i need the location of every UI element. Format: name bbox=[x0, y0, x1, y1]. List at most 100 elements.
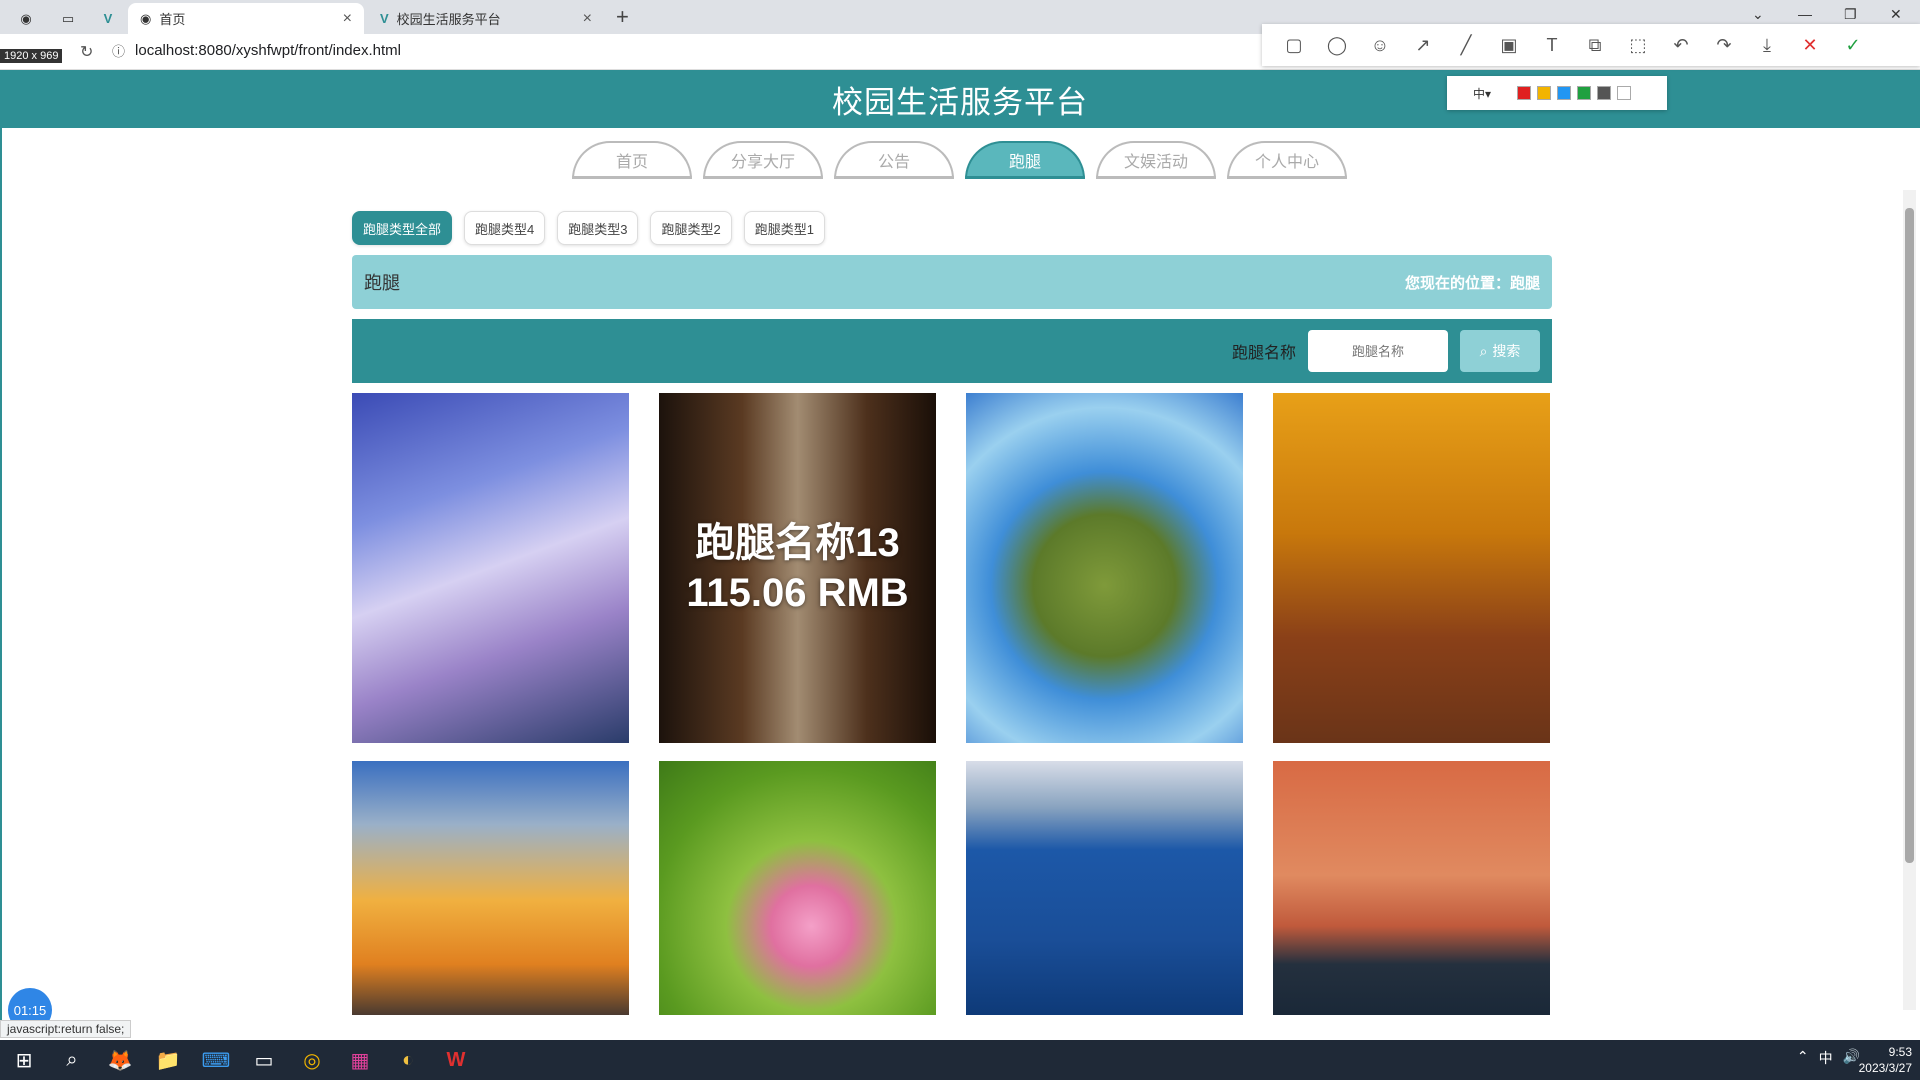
clock-date: 2023/3/27 bbox=[1858, 1061, 1912, 1075]
terminal-icon[interactable]: ▭ bbox=[240, 1048, 288, 1073]
vue-icon: V bbox=[103, 11, 113, 26]
pinned-tab[interactable]: ◉ bbox=[6, 3, 46, 34]
wps-icon[interactable]: W bbox=[432, 1049, 480, 1072]
minimize-button[interactable]: — bbox=[1798, 6, 1812, 22]
volume-icon[interactable]: 🔊 bbox=[1843, 1048, 1860, 1068]
text-tool-icon[interactable]: T bbox=[1540, 35, 1564, 56]
intellij-icon[interactable]: ▦ bbox=[336, 1048, 384, 1073]
url-text: localhost:8080/xyshfwpt/front/index.html bbox=[135, 42, 401, 59]
tab-home[interactable]: ◉ 首页 × bbox=[128, 3, 364, 34]
color-swatch-red[interactable] bbox=[1517, 86, 1532, 100]
start-icon[interactable]: ⊞ bbox=[0, 1048, 48, 1073]
close-icon[interactable]: × bbox=[583, 10, 592, 28]
ellipse-tool-icon[interactable]: ◯ bbox=[1325, 35, 1349, 56]
blank-page-icon: ▭ bbox=[61, 10, 75, 26]
search-bar: 跑腿名称 ⌕ 搜索 bbox=[352, 319, 1552, 383]
maximize-button[interactable]: ❐ bbox=[1844, 6, 1857, 23]
tab-search-icon[interactable]: ⌄ bbox=[1752, 6, 1764, 23]
color-swatch-gray[interactable] bbox=[1597, 86, 1612, 100]
pin-tool-icon[interactable]: ⧉ bbox=[1583, 35, 1607, 56]
close-icon[interactable]: × bbox=[343, 10, 352, 28]
page-scrollbar[interactable] bbox=[1903, 190, 1916, 1010]
pen-tool-icon[interactable]: ╱ bbox=[1454, 35, 1478, 56]
nav-share-hall[interactable]: 分享大厅 bbox=[703, 141, 823, 179]
search-icon[interactable]: ⌕ bbox=[48, 1049, 96, 1072]
card-hover-overlay: 跑腿名称13 115.06 RMB bbox=[659, 393, 936, 743]
tray-expand-icon[interactable]: ⌃ bbox=[1797, 1048, 1809, 1068]
size-select[interactable]: 中▾ bbox=[1473, 85, 1491, 102]
url-field[interactable]: ⓘ localhost:8080/xyshfwpt/front/index.ht… bbox=[112, 41, 401, 60]
reload-button[interactable]: ↻ bbox=[80, 42, 93, 62]
file-explorer-icon[interactable]: 📁 bbox=[144, 1048, 192, 1073]
search-label: 跑腿名称 bbox=[1231, 345, 1296, 362]
window-close-button[interactable]: ✕ bbox=[1890, 6, 1902, 23]
vscode-icon[interactable]: ⌨ bbox=[192, 1048, 240, 1073]
breadcrumb: 跑腿 您现在的位置：跑腿 bbox=[352, 255, 1552, 309]
search-icon: ⌕ bbox=[1479, 342, 1488, 359]
arrow-tool-icon[interactable]: ↗ bbox=[1411, 35, 1435, 56]
ocr-tool-icon[interactable]: ⬚ bbox=[1626, 35, 1650, 56]
input-method-icon[interactable]: 中 bbox=[1819, 1048, 1833, 1068]
page-title: 跑腿 bbox=[364, 273, 400, 293]
confirm-icon[interactable]: ✓ bbox=[1841, 35, 1865, 56]
search-input[interactable] bbox=[1308, 330, 1448, 372]
share-icon[interactable]: ↷ bbox=[1712, 35, 1736, 56]
download-icon[interactable]: ⤓ bbox=[1755, 35, 1779, 56]
pinned-tab[interactable]: ▭ bbox=[48, 3, 88, 34]
emoji-tool-icon[interactable]: ☺ bbox=[1368, 35, 1392, 56]
nav-activities[interactable]: 文娱活动 bbox=[1096, 141, 1216, 179]
errand-card[interactable] bbox=[966, 761, 1243, 1015]
globe-icon: ◉ bbox=[20, 10, 32, 26]
mosaic-tool-icon[interactable]: ▣ bbox=[1497, 35, 1521, 56]
errand-card[interactable] bbox=[1273, 761, 1550, 1015]
site-title: 校园生活服务平台 bbox=[832, 84, 1088, 120]
cancel-icon[interactable]: ✕ bbox=[1798, 35, 1822, 56]
category-all[interactable]: 跑腿类型全部 bbox=[352, 211, 453, 245]
errand-card[interactable] bbox=[352, 393, 629, 743]
chrome-icon[interactable]: ◎ bbox=[288, 1048, 336, 1073]
taskbar: ⊞ ⌕ 🦊 📁 ⌨ ▭ ◎ ▦ ◐ W ⌃ 中 🔊 9:53 2023/3/27 bbox=[0, 1040, 1920, 1080]
globe-icon: ◉ bbox=[140, 10, 152, 26]
new-tab-button[interactable]: + bbox=[616, 4, 629, 30]
current-location: 您现在的位置：跑腿 bbox=[1404, 274, 1540, 292]
undo-icon[interactable]: ↶ bbox=[1669, 35, 1693, 56]
dimensions-badge: 1920 x 969 bbox=[0, 49, 63, 63]
tab-platform[interactable]: V 校园生活服务平台 × bbox=[368, 3, 604, 34]
system-tray: ⌃ 中 🔊 bbox=[1797, 1048, 1860, 1068]
category-type3[interactable]: 跑腿类型3 bbox=[557, 211, 639, 245]
firefox-icon[interactable]: 🦊 bbox=[96, 1048, 144, 1073]
errand-card[interactable] bbox=[966, 393, 1243, 743]
nav-home[interactable]: 首页 bbox=[572, 141, 692, 179]
color-swatch-green[interactable] bbox=[1577, 86, 1592, 100]
nav-profile[interactable]: 个人中心 bbox=[1227, 141, 1347, 179]
color-swatch-yellow[interactable] bbox=[1537, 86, 1552, 100]
category-filter: 跑腿类型全部 跑腿类型4 跑腿类型3 跑腿类型2 跑腿类型1 bbox=[352, 211, 825, 245]
snip-toolbar: ▢ ◯ ☺ ↗ ╱ ▣ T ⧉ ⬚ ↶ ↷ ⤓ ✕ ✓ bbox=[1262, 24, 1920, 66]
card-price: 115.06 RMB bbox=[686, 571, 909, 615]
app-icon[interactable]: ◐ bbox=[384, 1049, 432, 1072]
system-clock[interactable]: 9:53 2023/3/27 bbox=[1859, 1044, 1912, 1076]
main-nav: 首页 分享大厅 公告 跑腿 文娱活动 个人中心 bbox=[572, 141, 1347, 179]
errand-card[interactable] bbox=[1273, 393, 1550, 743]
errand-card[interactable] bbox=[352, 761, 629, 1015]
color-swatch-white[interactable] bbox=[1617, 86, 1632, 100]
errand-card[interactable]: 跑腿名称13 115.06 RMB bbox=[659, 393, 936, 743]
search-button[interactable]: ⌕ 搜索 bbox=[1460, 330, 1540, 372]
errand-grid: 跑腿名称13 115.06 RMB bbox=[352, 393, 1552, 1015]
vue-icon: V bbox=[380, 11, 389, 26]
category-type1[interactable]: 跑腿类型1 bbox=[743, 211, 825, 245]
errand-card[interactable] bbox=[659, 761, 936, 1015]
pinned-tab[interactable]: V bbox=[88, 3, 128, 34]
nav-errands[interactable]: 跑腿 bbox=[965, 141, 1085, 179]
color-swatch-blue[interactable] bbox=[1557, 86, 1572, 100]
rectangle-tool-icon[interactable]: ▢ bbox=[1282, 35, 1306, 56]
scrollbar-thumb[interactable] bbox=[1905, 208, 1914, 863]
clock-time: 9:53 bbox=[1888, 1045, 1912, 1059]
tab-label: 首页 bbox=[159, 12, 186, 27]
category-type2[interactable]: 跑腿类型2 bbox=[650, 211, 732, 245]
category-type4[interactable]: 跑腿类型4 bbox=[464, 211, 546, 245]
info-icon: ⓘ bbox=[112, 44, 126, 59]
nav-announcements[interactable]: 公告 bbox=[834, 141, 954, 179]
status-url: javascript:return false; bbox=[0, 1020, 132, 1038]
search-button-label: 搜索 bbox=[1492, 343, 1521, 359]
